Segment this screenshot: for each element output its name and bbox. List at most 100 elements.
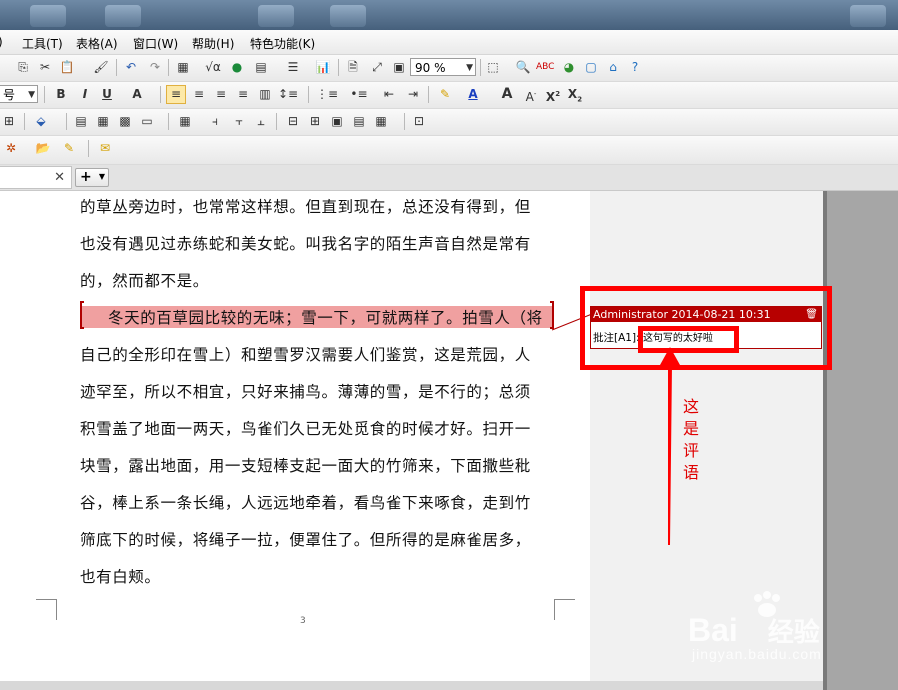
formula-icon[interactable]: √α — [204, 58, 222, 77]
bold-button[interactable]: B — [52, 85, 70, 104]
taskbar-app-icon[interactable] — [30, 5, 66, 27]
stamp-icon[interactable]: ✉ — [96, 139, 114, 158]
copy-icon[interactable]: ⎘ — [14, 58, 32, 77]
table-props-icon[interactable]: ▭ — [138, 112, 156, 131]
justify-button[interactable]: ≡ — [234, 85, 252, 104]
insert-row-icon[interactable]: ⫞ — [206, 112, 224, 131]
bullets-button[interactable]: •≡ — [350, 85, 368, 104]
taskbar-app-icon[interactable] — [105, 5, 141, 27]
crop-mark — [36, 599, 57, 620]
taskbar-app-icon[interactable] — [330, 5, 366, 27]
font-size-select[interactable]: 号 ▼ — [0, 85, 38, 103]
menu-help[interactable]: 帮助(H) — [192, 35, 234, 52]
new-tab-button[interactable]: + ▼ — [75, 168, 109, 187]
grow-font-button[interactable]: A — [498, 85, 516, 104]
taskbar-app-icon[interactable] — [258, 5, 294, 27]
text-line: 的草丛旁边时，也常常这样想。但直到现在，总还没有得到，但 — [80, 198, 531, 216]
text-line: 谷，棒上系一条长绳，人远远地牵着，看鸟雀下来啄食，走到竹 — [80, 494, 531, 512]
menu-tools[interactable]: 工具(T) — [22, 35, 63, 52]
formula-table-icon[interactable]: ▦ — [372, 112, 390, 131]
globe-icon[interactable]: ● — [228, 58, 246, 77]
document-page[interactable]: 的草丛旁边时，也常常这样想。但直到现在，总还没有得到，但 也没有遇见过赤练蛇和美… — [0, 191, 590, 681]
toolbar-table: ⊞ ⬙ ▤ ▦ ▩ ▭ ▦ ⫞ ⫟ ⫠ ⊟ ⊞ ▣ ▤ ▦ ⊡ — [0, 109, 898, 136]
superscript-button[interactable]: X2 — [544, 85, 562, 104]
text-line: 积雪盖了地面一两天，鸟雀们久已无处觅食的时候才好。扫开一 — [80, 420, 531, 438]
chevron-down-icon: ▼ — [466, 63, 473, 73]
menu-table[interactable]: 表格(A) — [76, 35, 118, 52]
baidu-watermark: Bai 经验 jingyan.baidu.com — [688, 590, 888, 685]
insert-col-icon[interactable]: ⫟ — [230, 112, 248, 131]
menu-bar: ) 工具(T) 表格(A) 窗口(W) 帮助(H) 特色功能(K) — [0, 30, 898, 55]
taskbar — [0, 0, 898, 30]
shape-icon[interactable]: ✲ — [2, 139, 20, 158]
crop-mark — [554, 599, 575, 620]
document-tab[interactable]: ✕ — [0, 166, 72, 189]
text-line: 的，然而都不是。 — [80, 272, 209, 290]
text-line: 筛底下的时候，将绳子一拉，便罩住了。但所得的是麻雀居多， — [80, 531, 531, 549]
page-icon[interactable]: ▣ — [390, 58, 408, 77]
toolbar-misc: ✲ 📂 ✎ ✉ — [0, 136, 898, 165]
sort-icon[interactable]: ▤ — [350, 112, 368, 131]
shrink-font-button[interactable]: A- — [522, 85, 540, 104]
line-spacing-button[interactable]: ↕≡ — [278, 85, 298, 104]
toolbar-standard: ⎘ ✂ 📋 🖌 ↶ ↷ ▦ √α ● ▤ ☰ 📊 🗎 ⤢ ▣ 90 % ▼ ⬚ 🔍… — [0, 55, 898, 82]
gridlines-icon[interactable]: ⊡ — [410, 112, 428, 131]
align-center-button[interactable]: ≡ — [190, 85, 208, 104]
page-number: 3 — [300, 616, 306, 626]
menu-window[interactable]: 窗口(W) — [133, 35, 178, 52]
insert-table-icon[interactable]: ▦ — [176, 112, 194, 131]
align-right-button[interactable]: ≡ — [212, 85, 230, 104]
annotation-label: 这 是 评 语 — [682, 397, 699, 482]
folder-icon[interactable]: 📂 — [34, 139, 52, 158]
commented-text-line[interactable]: 冬天的百草园比较的无味；雪一下，可就两样了。拍雪人（将 — [80, 306, 554, 328]
table-icon[interactable]: ▦ — [174, 58, 192, 77]
align-left-button[interactable]: ≡ — [166, 85, 186, 104]
chart-icon[interactable]: 📊 — [314, 58, 332, 77]
spellcheck-icon[interactable]: ABC — [536, 58, 554, 77]
cut-icon[interactable]: ✂ — [36, 58, 54, 77]
taskbar-app-icon[interactable] — [850, 5, 886, 27]
palette-icon[interactable]: ◕ — [560, 58, 578, 77]
italic-button[interactable]: I — [76, 85, 94, 104]
undo-icon[interactable]: ↶ — [122, 58, 140, 77]
border-icon[interactable]: ⊞ — [0, 112, 18, 131]
table-style-icon[interactable]: ▩ — [116, 112, 134, 131]
shop-icon[interactable]: ⌂ — [604, 58, 622, 77]
find-icon[interactable]: 🔍 — [514, 58, 532, 77]
menu-special[interactable]: 特色功能(K) — [250, 35, 315, 52]
marker-icon[interactable]: ✎ — [60, 139, 78, 158]
columns-icon[interactable]: ☰ — [284, 58, 302, 77]
merge-icon[interactable]: ▤ — [72, 112, 90, 131]
grid-icon[interactable]: ▤ — [252, 58, 270, 77]
zoom-select[interactable]: 90 % ▼ — [410, 58, 476, 76]
help-icon[interactable]: ? — [626, 58, 644, 77]
distribute-rows-icon[interactable]: ⊟ — [284, 112, 302, 131]
doc-icon[interactable]: ▢ — [582, 58, 600, 77]
redo-icon[interactable]: ↷ — [146, 58, 164, 77]
split-icon[interactable]: ▦ — [94, 112, 112, 131]
char-shading-button[interactable]: A — [128, 85, 146, 104]
delete-col-icon[interactable]: ⫠ — [252, 112, 270, 131]
font-color-button[interactable]: A — [464, 85, 482, 104]
select-icon[interactable]: ⬚ — [484, 58, 502, 77]
distribute-cols-icon[interactable]: ⊞ — [306, 112, 324, 131]
text-line: 迹罕至，所以不相宜，只好来捕鸟。薄薄的雪，是不行的；总须 — [80, 383, 531, 401]
link-icon[interactable]: ⤢ — [368, 58, 386, 77]
fill-icon[interactable]: ⬙ — [32, 112, 50, 131]
paste-icon[interactable]: 📋 — [58, 58, 76, 77]
preview-icon[interactable]: 🗎 — [344, 58, 362, 77]
chevron-down-icon: ▼ — [28, 90, 35, 100]
indent-button[interactable]: ⇥ — [404, 85, 422, 104]
format-painter-icon[interactable]: 🖌 — [92, 58, 110, 77]
outdent-button[interactable]: ⇤ — [380, 85, 398, 104]
text-line: 也有白颊。 — [80, 568, 161, 586]
chevron-down-icon: ▼ — [98, 172, 105, 181]
underline-button[interactable]: U — [98, 85, 116, 104]
distribute-button[interactable]: ▥ — [256, 85, 274, 104]
subscript-button[interactable]: X2 — [566, 85, 584, 104]
autofit-icon[interactable]: ▣ — [328, 112, 346, 131]
close-icon[interactable]: ✕ — [54, 170, 65, 185]
document-tab-bar: ✕ + ▼ — [0, 165, 898, 191]
numbering-button[interactable]: ⋮≡ — [316, 85, 338, 104]
highlight-icon[interactable]: ✎ — [436, 85, 454, 104]
